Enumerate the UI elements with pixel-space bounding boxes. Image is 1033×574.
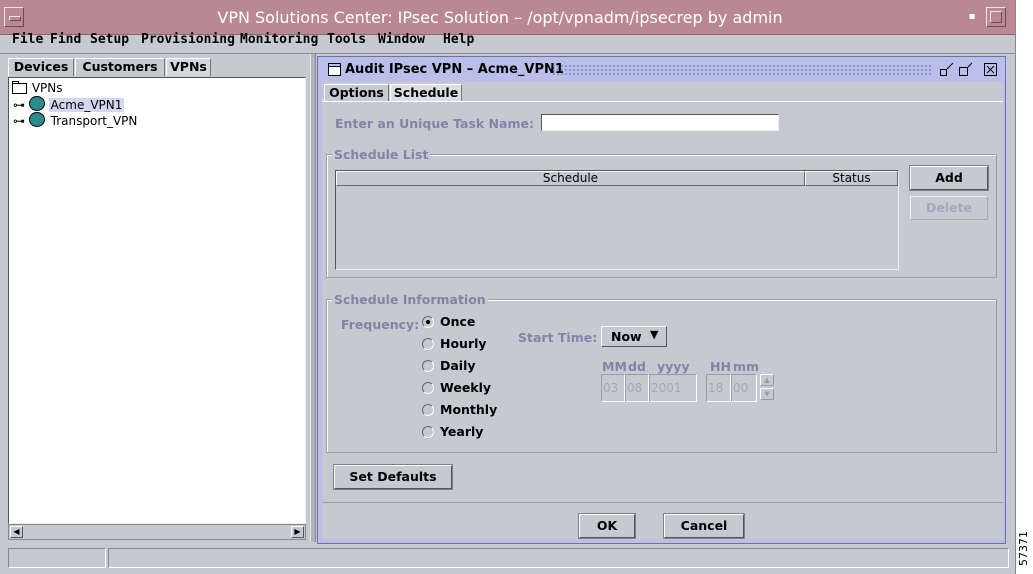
window-icon	[328, 63, 341, 76]
vpn-globe-icon	[28, 96, 45, 111]
radio-daily[interactable]	[422, 360, 434, 372]
expand-handle-icon[interactable]: ⊶	[13, 114, 25, 128]
scroll-right-icon[interactable]: ▶	[291, 526, 304, 538]
menu-separator	[0, 53, 1015, 54]
start-time-select[interactable]: Now ▼	[601, 326, 667, 347]
button-separator	[322, 502, 1003, 503]
maximize-icon[interactable]	[958, 62, 974, 78]
add-button[interactable]: Add	[909, 165, 989, 191]
close-icon[interactable]	[983, 62, 999, 78]
split-pane-divider[interactable]	[310, 54, 316, 542]
scroll-left-icon[interactable]: ◀	[10, 526, 23, 538]
day-field[interactable]: 08	[625, 374, 649, 402]
month-field[interactable]: 03	[601, 374, 625, 402]
radio-weekly[interactable]	[422, 382, 434, 394]
minimize-button[interactable]: ▪	[962, 7, 982, 27]
tree-root[interactable]: VPNs	[12, 80, 63, 96]
tree-horizontal-scrollbar[interactable]: ◀ ▶	[8, 524, 306, 540]
figure-number: 57371	[1017, 531, 1030, 566]
radio-label-yearly: Yearly	[440, 424, 484, 439]
tab-divider	[322, 101, 1003, 102]
menu-window[interactable]: Window	[378, 32, 425, 47]
dialog-title: Audit IPsec VPN – Acme_VPN1	[345, 62, 564, 77]
iconify-icon[interactable]	[939, 62, 955, 78]
delete-button[interactable]: Delete	[910, 196, 988, 220]
expand-handle-icon[interactable]: ⊶	[13, 98, 25, 112]
month-label: MM	[602, 359, 627, 374]
menu-provisioning[interactable]: Provisioning	[141, 32, 235, 47]
minute-label: mm	[733, 359, 760, 374]
radio-label-weekly: Weekly	[440, 380, 492, 395]
chevron-down-icon: ▼	[650, 328, 659, 341]
menu-tools[interactable]: Tools	[327, 32, 366, 47]
menu-monitoring[interactable]: Monitoring	[240, 32, 318, 47]
hour-field[interactable]: 18	[706, 374, 731, 402]
tab-options[interactable]: Options	[324, 84, 389, 102]
radio-label-daily: Daily	[440, 358, 476, 373]
tab-vpns[interactable]: VPNs	[166, 58, 211, 76]
hour-label: HH	[710, 359, 731, 374]
title-bar-texture	[552, 64, 932, 76]
menu-setup[interactable]: Setup	[90, 32, 129, 47]
radio-yearly[interactable]	[422, 426, 434, 438]
vpn-globe-icon	[28, 112, 45, 127]
tab-customers[interactable]: Customers	[75, 58, 165, 76]
year-label: yyyy	[657, 359, 690, 374]
radio-once[interactable]	[422, 316, 434, 328]
menu-file[interactable]: File	[12, 32, 43, 47]
folder-icon	[12, 81, 27, 94]
spinner-down-icon[interactable]: ▼	[760, 388, 774, 400]
menu-help[interactable]: Help	[443, 32, 474, 47]
menu-find[interactable]: Find	[50, 32, 81, 47]
radio-hourly[interactable]	[422, 338, 434, 350]
radio-monthly[interactable]	[422, 404, 434, 416]
vpn-tree[interactable]: VPNs ⊶ Acme_VPN1 ⊶ Transport_VPN	[8, 77, 306, 524]
menu-bar: File Find Setup Provisioning Monitoring …	[0, 32, 1015, 52]
day-label: dd	[628, 359, 646, 374]
radio-label-hourly: Hourly	[440, 336, 487, 351]
task-name-input[interactable]	[541, 114, 779, 131]
status-pane-left	[8, 548, 106, 568]
spinner-up-icon[interactable]: ▲	[760, 374, 774, 386]
set-defaults-button[interactable]: Set Defaults	[333, 464, 453, 490]
task-name-label: Enter an Unique Task Name:	[335, 116, 534, 131]
tab-schedule[interactable]: Schedule	[390, 84, 462, 102]
window-title: VPN Solutions Center: IPsec Solution – /…	[217, 8, 783, 27]
tree-item-transport-vpn[interactable]: ⊶ Transport_VPN	[13, 112, 139, 128]
maximize-button[interactable]	[986, 7, 1006, 27]
status-bar	[8, 548, 1009, 568]
status-pane-main	[108, 548, 1009, 568]
start-time-label: Start Time:	[518, 330, 598, 345]
cancel-button[interactable]: Cancel	[663, 513, 745, 539]
minute-field[interactable]: 00	[731, 374, 757, 402]
radio-label-monthly: Monthly	[440, 402, 498, 417]
column-header-status[interactable]: Status	[805, 171, 898, 186]
radio-label-once: Once	[440, 314, 476, 329]
column-header-schedule[interactable]: Schedule	[336, 171, 805, 186]
tab-devices[interactable]: Devices	[8, 58, 74, 76]
frequency-label: Frequency:	[341, 317, 420, 332]
ok-button[interactable]: OK	[578, 513, 636, 539]
year-field[interactable]: 2001	[649, 374, 697, 402]
tree-item-acme-vpn1[interactable]: ⊶ Acme_VPN1	[13, 96, 125, 112]
schedule-info-title: Schedule Information	[332, 292, 488, 307]
schedule-table[interactable]: Schedule Status	[335, 170, 899, 270]
schedule-list-title: Schedule List	[332, 147, 431, 162]
